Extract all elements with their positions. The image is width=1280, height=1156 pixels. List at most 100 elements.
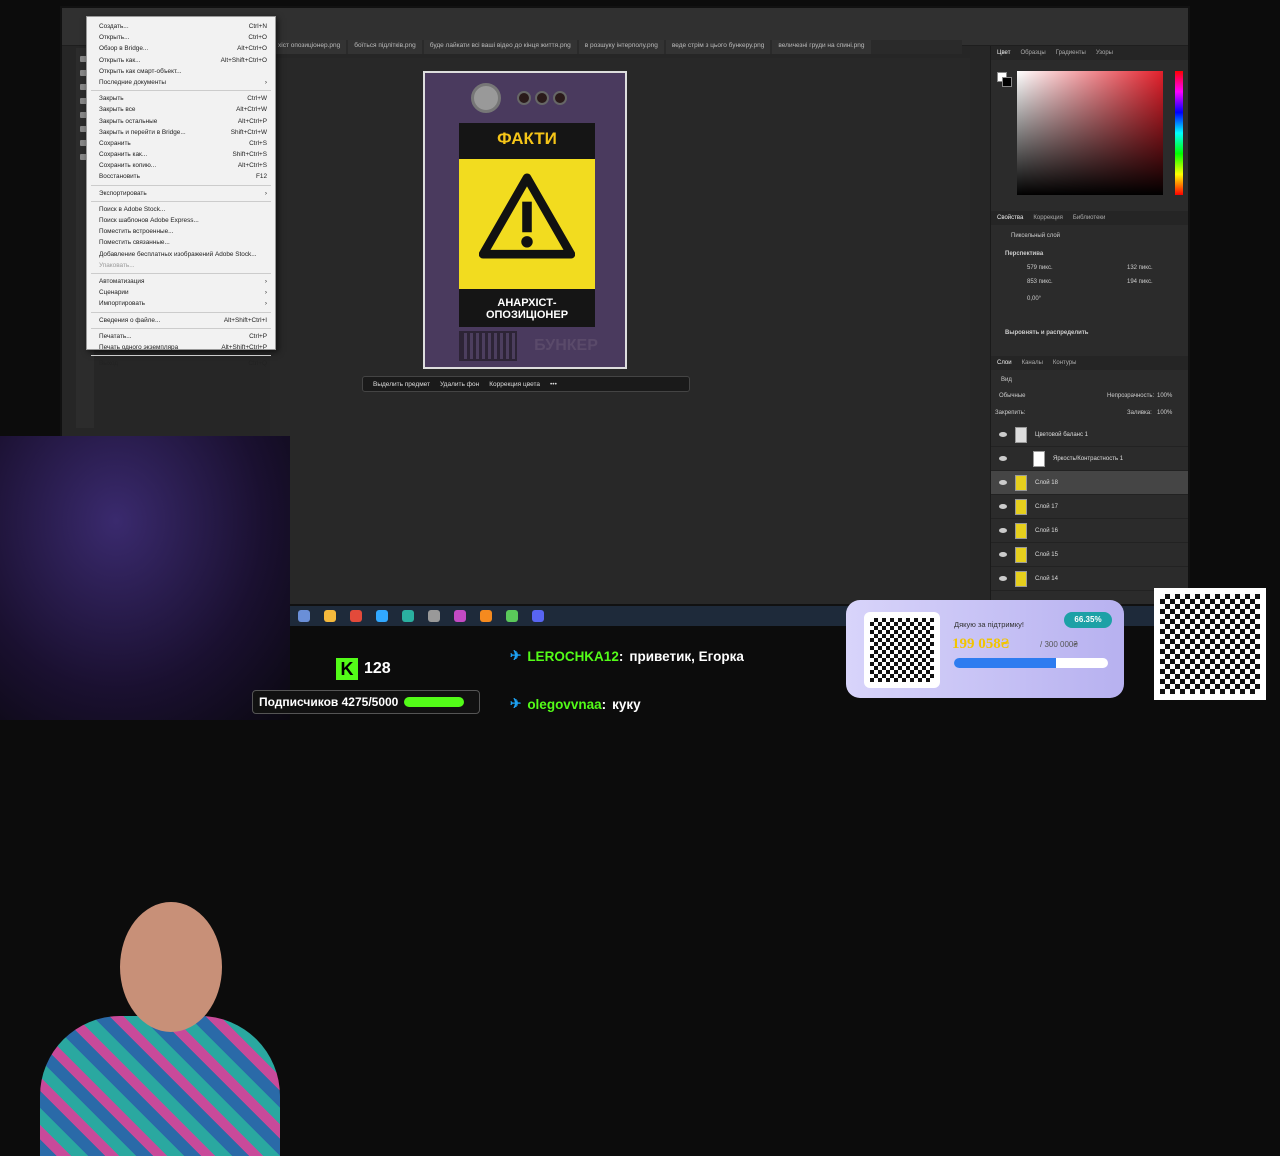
select-subject-button[interactable]: Выделить предмет (373, 381, 430, 388)
layer-row[interactable]: Слой 15 (991, 543, 1188, 567)
doc-tab[interactable]: боїться підлітків.png (348, 40, 422, 54)
menu-item[interactable]: Обзор в Bridge... Alt+Ctrl+O (87, 43, 275, 54)
photoshop-icon[interactable] (376, 610, 388, 622)
menu-item-label: Поиск шаблонов Adobe Express... (99, 217, 199, 224)
tab-channels[interactable]: Каналы (1022, 360, 1043, 366)
eye-icon[interactable] (999, 576, 1007, 581)
tab-patterns[interactable]: Узоры (1096, 50, 1113, 56)
eye-icon[interactable] (999, 528, 1007, 533)
menu-item[interactable]: Закрыть все Alt+Ctrl+W (87, 104, 275, 115)
menu-item[interactable]: Последние документы › (87, 77, 275, 88)
tab-paths[interactable]: Контуры (1053, 360, 1077, 366)
menu-item[interactable]: Автоматизация › (87, 276, 275, 287)
menu-item-label: Выход (99, 360, 119, 368)
tab-adjustments[interactable]: Коррекция (1033, 215, 1063, 221)
menu-item[interactable]: Поместить встроенные... (87, 226, 275, 237)
taskview-icon[interactable] (298, 610, 310, 622)
menu-item-label: Упаковать... (99, 261, 135, 269)
app-icon[interactable] (402, 610, 414, 622)
layer-row[interactable]: Слой 16 (991, 519, 1188, 543)
subscriber-text: Подписчиков 4275/5000 (259, 695, 399, 709)
menu-item[interactable]: Закрыть и перейти в Bridge... Shift+Ctrl+… (87, 127, 275, 138)
menu-item[interactable]: Экспортировать › (87, 188, 275, 199)
menu-item[interactable]: Открыть как смарт-объект... (87, 66, 275, 77)
height-field[interactable]: 853 пикс. (1027, 279, 1053, 285)
tab-libraries[interactable]: Библиотеки (1073, 215, 1106, 221)
tab-swatches[interactable]: Образцы (1020, 50, 1045, 56)
menu-item[interactable]: Сохранить как... Shift+Ctrl+S (87, 149, 275, 160)
color-correction-button[interactable]: Коррекция цвета (489, 381, 540, 388)
blend-mode[interactable]: Обычные (999, 393, 1026, 399)
doc-tab[interactable]: величезні груди на спині.png (772, 40, 871, 54)
align-section[interactable]: Выровнять и распределить (1005, 330, 1089, 336)
more-icon[interactable]: ••• (550, 381, 557, 388)
chat-message: ✈ olegovvnaa: куку (510, 696, 641, 712)
x-field[interactable]: 132 пикс. (1127, 265, 1153, 271)
tab-gradients[interactable]: Градиенты (1056, 50, 1086, 56)
bunker-plate: БУНКЕР (534, 337, 598, 354)
menu-item[interactable]: Импортировать › (87, 298, 275, 309)
tab-properties[interactable]: Свойства (997, 215, 1023, 221)
layer-row-selected[interactable]: Слой 18 (991, 471, 1188, 495)
layer-row[interactable]: Цветовой баланс 1 (991, 423, 1188, 447)
donation-goal: / 300 000₴ (1040, 640, 1078, 649)
menu-item[interactable]: Открыть как... Alt+Shift+Ctrl+O (87, 55, 275, 66)
obs-icon[interactable] (428, 610, 440, 622)
menu-separator (91, 355, 271, 357)
doc-tab[interactable]: веде стрім з цього бункеру.png (665, 40, 771, 54)
eye-icon[interactable] (999, 432, 1007, 437)
menu-item-shortcut: Shift+Ctrl+S (232, 151, 267, 159)
background-swatch[interactable] (1002, 77, 1012, 87)
fill-field[interactable]: 100% (1157, 410, 1172, 416)
y-field[interactable]: 194 пикс. (1127, 279, 1153, 285)
menu-item-label: Закрыть и перейти в Bridge... (99, 128, 186, 136)
angle-field[interactable]: 0,00° (1027, 296, 1041, 302)
opacity-field[interactable]: 100% (1157, 393, 1172, 399)
menu-item[interactable]: Сохранить Ctrl+S (87, 138, 275, 149)
menu-item-shortcut: Ctrl+N (248, 23, 267, 30)
doc-tab[interactable]: в розшуку інтерполу.png (578, 40, 664, 54)
eye-icon[interactable] (999, 456, 1007, 461)
menu-item[interactable]: Закрыть Ctrl+W (87, 93, 275, 104)
menu-item-label: Экспортировать (99, 189, 147, 197)
menu-item[interactable]: Открыть... Ctrl+O (87, 32, 275, 43)
tab-layers[interactable]: Слои (997, 360, 1012, 366)
menu-item-label: Открыть как смарт-объект... (99, 67, 182, 75)
menu-item[interactable]: Печатать... Ctrl+P (87, 331, 275, 342)
menu-item[interactable]: Создать... Ctrl+N (87, 21, 275, 32)
menu-item[interactable]: Добавление бесплатных изображений Adobe … (87, 249, 275, 260)
instagram-icon[interactable] (454, 610, 466, 622)
menu-item[interactable]: Поместить связанные... (87, 237, 275, 248)
menu-item[interactable]: Закрыть остальные Alt+Ctrl+P (87, 116, 275, 127)
folder-icon[interactable] (324, 610, 336, 622)
menu-item-label: Открыть как... (99, 56, 141, 64)
doc-tab[interactable]: буде лайкати всі ваші відео до кінця жит… (423, 40, 577, 54)
eye-icon[interactable] (999, 480, 1007, 485)
tab-color[interactable]: Цвет (997, 50, 1010, 56)
menu-item[interactable]: Поиск шаблонов Adobe Express... (87, 215, 275, 226)
menu-item[interactable]: Сведения о файле... Alt+Shift+Ctrl+I (87, 315, 275, 326)
remove-background-button[interactable]: Удалить фон (440, 381, 479, 388)
layer-row[interactable]: Яркость/Контрастность 1 (991, 447, 1188, 471)
menu-item-label: Закрыть (99, 95, 124, 103)
width-field[interactable]: 579 пикс. (1027, 265, 1053, 271)
menu-item[interactable]: Сохранить копию... Alt+Ctrl+S (87, 160, 275, 171)
chat-text: куку (612, 696, 641, 712)
doc-tab[interactable]: хіст опозиціонер.png (272, 40, 347, 54)
menu-item[interactable]: Восстановить F12 (87, 171, 275, 182)
layer-row[interactable]: Слой 17 (991, 495, 1188, 519)
telegram-qr-code (1154, 588, 1266, 700)
chrome-icon[interactable] (350, 610, 362, 622)
vlc-icon[interactable] (480, 610, 492, 622)
color-field[interactable] (1017, 71, 1163, 195)
eye-icon[interactable] (999, 552, 1007, 557)
menu-item-label: Поместить встроенные... (99, 228, 174, 236)
menu-item[interactable]: Поиск в Adobe Stock... (87, 204, 275, 215)
menu-item[interactable]: Печать одного экземпляра Alt+Shift+Ctrl+P (87, 342, 275, 353)
menu-item[interactable]: Выход Ctrl+Q (87, 358, 275, 369)
menu-item[interactable]: Упаковать... (87, 260, 275, 271)
layer-filter[interactable]: Вид (1001, 377, 1012, 383)
hue-slider[interactable] (1175, 71, 1183, 195)
eye-icon[interactable] (999, 504, 1007, 509)
menu-item[interactable]: Сценарии › (87, 287, 275, 298)
